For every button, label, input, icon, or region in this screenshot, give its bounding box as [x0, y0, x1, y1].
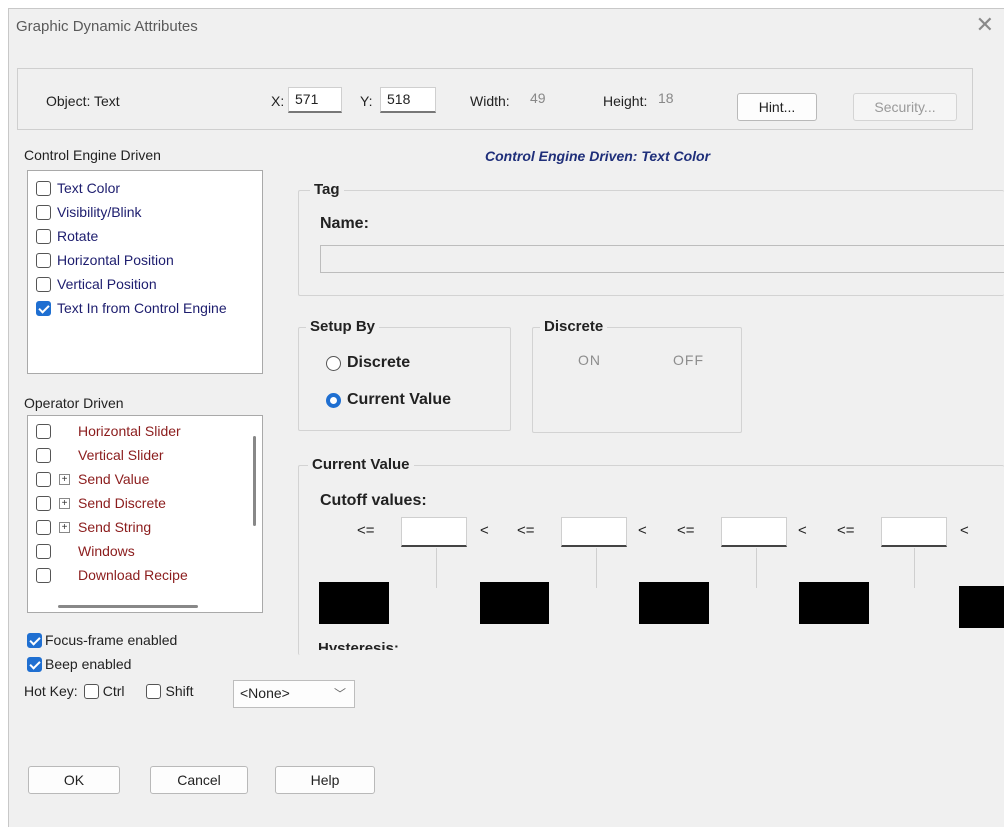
- checkbox[interactable]: [36, 567, 51, 583]
- height-label: Height:: [603, 93, 648, 109]
- checkbox[interactable]: [36, 228, 51, 244]
- x-label: X:: [271, 93, 285, 109]
- op-item-send-discrete[interactable]: + Send Discrete: [28, 491, 262, 515]
- checkbox[interactable]: [36, 471, 51, 487]
- checkbox[interactable]: [36, 423, 51, 439]
- lt-operator: <: [638, 522, 647, 539]
- expand-icon[interactable]: +: [59, 497, 70, 509]
- ce-item-rotate[interactable]: Rotate: [28, 224, 262, 248]
- current-value-title: Current Value: [308, 456, 414, 473]
- cutoff-input-1[interactable]: [401, 517, 467, 547]
- lt-operator: <: [480, 522, 489, 539]
- chevron-down-icon: ﹀: [333, 687, 346, 701]
- width-label: Width:: [470, 93, 510, 109]
- checkbox[interactable]: [36, 543, 51, 559]
- lt-operator: <: [798, 522, 807, 539]
- shift-checkbox[interactable]: [146, 683, 162, 699]
- setup-by-title: Setup By: [306, 318, 380, 335]
- cutoff-input-4[interactable]: [881, 517, 947, 547]
- op-item-send-string[interactable]: + Send String: [28, 515, 262, 539]
- object-label: Object: Text: [46, 93, 120, 109]
- le-operator: <=: [677, 522, 695, 539]
- le-operator: <=: [837, 522, 855, 539]
- horizontal-scrollbar[interactable]: [58, 605, 198, 608]
- radio-button-selected[interactable]: [326, 392, 341, 408]
- control-engine-label: Control Engine Driven: [24, 147, 161, 163]
- ok-button[interactable]: OK: [28, 766, 120, 794]
- ctrl-label: Ctrl: [102, 683, 125, 699]
- vertical-scrollbar[interactable]: [253, 436, 256, 526]
- discrete-off-label: OFF: [673, 352, 704, 368]
- hotkey-select[interactable]: <None> ﹀: [233, 680, 355, 708]
- expand-icon[interactable]: +: [59, 473, 70, 485]
- lt-operator: <: [960, 522, 969, 539]
- op-item-download-recipe[interactable]: Download Recipe: [28, 563, 262, 587]
- op-item-send-value[interactable]: + Send Value: [28, 467, 262, 491]
- y-label: Y:: [360, 93, 373, 109]
- color-swatch-1[interactable]: [319, 582, 389, 624]
- ctrl-checkbox[interactable]: [83, 683, 99, 699]
- color-swatch-3[interactable]: [639, 582, 709, 624]
- ce-item-visibility-blink[interactable]: Visibility/Blink: [28, 200, 262, 224]
- op-item-vertical-slider[interactable]: Vertical Slider: [28, 443, 262, 467]
- tag-name-field[interactable]: [320, 245, 1004, 273]
- color-swatch-5[interactable]: [959, 586, 1004, 628]
- ce-item-text-in[interactable]: Text In from Control Engine: [28, 296, 262, 320]
- color-swatch-4[interactable]: [799, 582, 869, 624]
- cancel-button[interactable]: Cancel: [150, 766, 248, 794]
- hotkey-label: Hot Key:: [24, 683, 78, 699]
- object-info-bar: Object: Text X: 571 Y: 518 Width: 49 Hei…: [17, 68, 973, 130]
- y-field[interactable]: 518: [380, 87, 436, 113]
- tag-name-label: Name:: [320, 215, 369, 232]
- cutoff-input-3[interactable]: [721, 517, 787, 547]
- security-button: Security...: [853, 93, 957, 121]
- op-item-windows[interactable]: Windows: [28, 539, 262, 563]
- discrete-radio-option[interactable]: Discrete: [326, 354, 410, 372]
- discrete-group: [532, 327, 742, 433]
- checkbox[interactable]: [36, 447, 51, 463]
- window-title: Graphic Dynamic Attributes: [16, 18, 198, 35]
- operator-driven-label: Operator Driven: [24, 395, 124, 411]
- hysteresis-label: Hysteresis:: [318, 640, 399, 650]
- help-button[interactable]: Help: [275, 766, 375, 794]
- expand-icon[interactable]: +: [59, 521, 70, 533]
- checkbox-checked[interactable]: [27, 632, 42, 648]
- discrete-title: Discrete: [540, 318, 608, 335]
- cutoff-values-label: Cutoff values:: [320, 492, 427, 509]
- discrete-on-label: ON: [578, 352, 601, 368]
- ce-item-horizontal-position[interactable]: Horizontal Position: [28, 248, 262, 272]
- setup-by-group: [298, 327, 511, 431]
- checkbox-checked[interactable]: [27, 656, 42, 672]
- le-operator: <=: [517, 522, 535, 539]
- focus-frame-option[interactable]: Focus-frame enabled: [27, 632, 177, 648]
- checkbox[interactable]: [36, 252, 51, 268]
- current-value-radio-option[interactable]: Current Value: [326, 391, 451, 409]
- panel-caption: Control Engine Driven: Text Color: [485, 148, 711, 164]
- tag-title: Tag: [310, 181, 344, 198]
- le-operator: <=: [357, 522, 375, 539]
- checkbox[interactable]: [36, 495, 51, 511]
- cutoff-input-2[interactable]: [561, 517, 627, 547]
- hint-button[interactable]: Hint...: [737, 93, 817, 121]
- ce-item-text-color[interactable]: Text Color: [28, 176, 262, 200]
- control-engine-list: Text Color Visibility/Blink Rotate Horiz…: [27, 170, 263, 374]
- hotkey-row: Hot Key: Ctrl Shift: [24, 683, 194, 699]
- tag-group: [298, 190, 1004, 296]
- checkbox[interactable]: [36, 180, 51, 196]
- beep-option[interactable]: Beep enabled: [27, 656, 131, 672]
- x-field[interactable]: 571: [288, 87, 342, 113]
- height-field: 18: [652, 87, 700, 113]
- checkbox[interactable]: [36, 276, 51, 292]
- radio-button[interactable]: [326, 355, 341, 371]
- close-icon[interactable]: ✕: [976, 14, 994, 36]
- checkbox[interactable]: [36, 519, 51, 535]
- color-swatch-2[interactable]: [480, 582, 549, 624]
- checkbox[interactable]: [36, 204, 51, 220]
- operator-driven-list: Horizontal Slider Vertical Slider + Send …: [27, 415, 263, 613]
- width-field: 49: [524, 87, 572, 113]
- op-item-horizontal-slider[interactable]: Horizontal Slider: [28, 419, 262, 443]
- checkbox-checked[interactable]: [36, 300, 51, 316]
- shift-label: Shift: [165, 683, 194, 699]
- ce-item-vertical-position[interactable]: Vertical Position: [28, 272, 262, 296]
